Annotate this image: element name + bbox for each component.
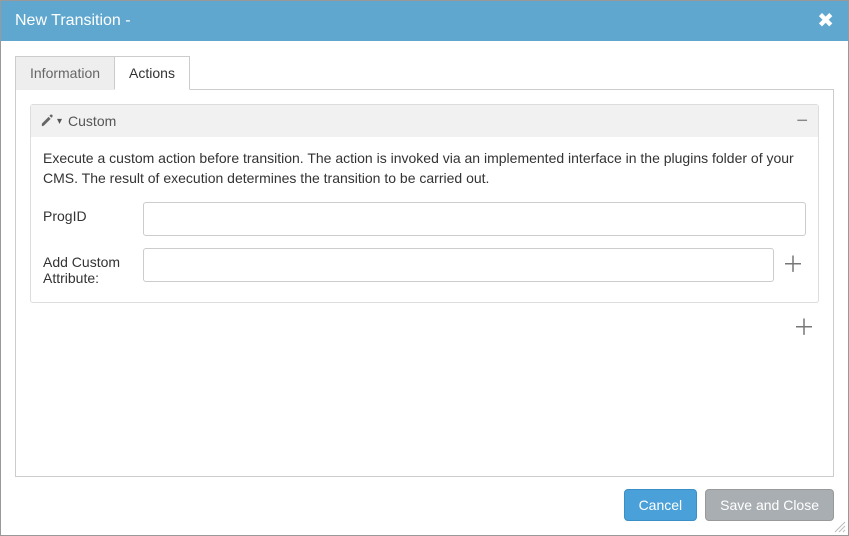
add-attribute-plus-icon[interactable]: ＋ xyxy=(780,254,806,276)
dialog-window: New Transition - ✖ Information Actions ▾ xyxy=(0,0,849,536)
progid-label: ProgID xyxy=(43,202,143,224)
cancel-button[interactable]: Cancel xyxy=(624,489,698,521)
panel-type-selector[interactable]: ▾ xyxy=(41,114,62,128)
close-icon[interactable]: ✖ xyxy=(817,11,834,31)
custom-action-panel: ▾ Custom − Execute a custom action befor… xyxy=(30,104,819,303)
tab-actions[interactable]: Actions xyxy=(114,56,190,90)
panel-header: ▾ Custom − xyxy=(31,105,818,137)
form-row-progid: ProgID xyxy=(43,202,806,236)
dialog-title: New Transition - xyxy=(15,12,131,30)
add-action-plus-icon[interactable]: ＋ xyxy=(791,317,817,339)
panel-header-left: ▾ Custom xyxy=(41,113,116,129)
caret-down-icon: ▾ xyxy=(57,116,62,127)
tab-information[interactable]: Information xyxy=(15,56,115,90)
save-and-close-button[interactable]: Save and Close xyxy=(705,489,834,521)
add-custom-attribute-input-wrap: ＋ xyxy=(143,248,806,282)
panel-title: Custom xyxy=(68,113,116,129)
collapse-icon[interactable]: − xyxy=(796,111,808,131)
pencil-icon xyxy=(41,114,55,128)
panel-body: Execute a custom action before transitio… xyxy=(31,137,818,302)
tab-label: Actions xyxy=(129,65,175,81)
panel-description: Execute a custom action before transitio… xyxy=(43,149,806,188)
add-custom-attribute-label: Add Custom Attribute: xyxy=(43,248,143,286)
tab-label: Information xyxy=(30,65,100,81)
form-row-add-custom-attribute: Add Custom Attribute: ＋ xyxy=(43,248,806,286)
dialog-footer: Cancel Save and Close xyxy=(1,477,848,535)
add-action-row: ＋ xyxy=(30,313,819,339)
resize-grip[interactable] xyxy=(832,519,846,533)
progid-input[interactable] xyxy=(143,202,806,236)
progid-input-wrap xyxy=(143,202,806,236)
add-custom-attribute-input[interactable] xyxy=(143,248,774,282)
dialog-header: New Transition - ✖ xyxy=(1,1,848,41)
tab-bar: Information Actions xyxy=(15,55,834,90)
tab-content-actions: ▾ Custom − Execute a custom action befor… xyxy=(15,90,834,477)
dialog-body: Information Actions ▾ Custom − xyxy=(1,41,848,477)
